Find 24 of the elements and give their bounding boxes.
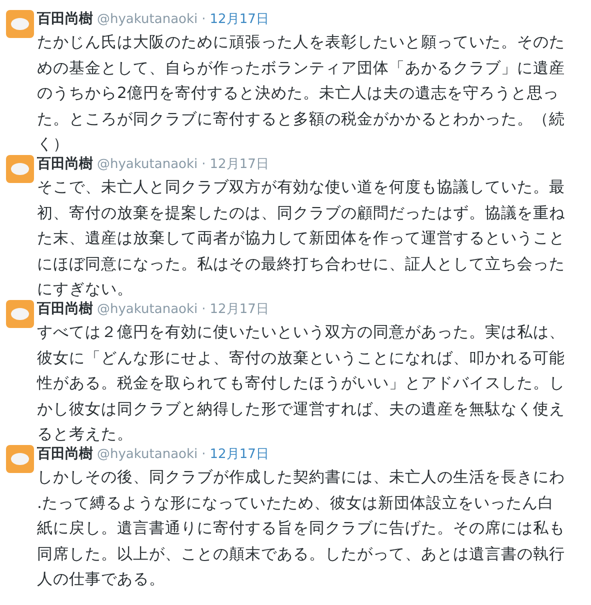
- tweet-text: そこで、未亡人と同クラブ双方が有効な使い道を何度も協議していた。最初、寄付の放棄を提案したのは、同クラブの顧問だったはず。協議を重ねた末、遺産は放棄して両者が協力して新団体を作って運営するということにほぼ同意になった。私はその最終打ち合わせに、証人として立ち会ったにすぎない。: [37, 177, 566, 300]
- separator-dot: ·: [202, 446, 206, 464]
- author-handle[interactable]: @hyakutanaoki: [97, 300, 198, 320]
- separator-dot: ·: [202, 301, 206, 319]
- avatar-icon: [6, 155, 34, 183]
- tweet-text: すべては２億円を有効に使いたいという双方の同意があった。実は私は、彼女に「どんな形にせよ、寄付の放棄ということになれば、叩かれる可能性がある。税金を取られても寄付したほうがいい」とアドバイスした。しかし彼女は同クラブと納得した形で運営すれば、夫の遺産を無駄なく使えると考えた。: [37, 322, 566, 445]
- tweet-date[interactable]: 12月17日: [210, 10, 269, 30]
- separator-dot: ·: [202, 156, 206, 174]
- tweet-text: たかじん氏は大阪のために頑張った人を表彰したいと願っていた。そのための基金として、自らが作ったボランティア団体「あかるクラブ」に遺産のうちから2億円を寄付すると決めた。未亡人は夫の遺志を守ろうと思った。ところが同クラブに寄付すると多額の税金がかかるとわかった。（続く）: [37, 32, 566, 155]
- avatar-icon: [6, 300, 34, 328]
- avatar-icon: [6, 10, 34, 38]
- author-handle[interactable]: @hyakutanaoki: [97, 155, 198, 174]
- tweet-date[interactable]: 12月17日: [210, 445, 269, 464]
- author-name[interactable]: 百田尚樹: [37, 154, 93, 175]
- avatar-icon: [6, 445, 34, 473]
- separator-dot: ·: [202, 11, 206, 29]
- author-name[interactable]: 百田尚樹: [37, 299, 93, 320]
- author-handle[interactable]: @hyakutanaoki: [97, 10, 198, 30]
- author-name[interactable]: 百田尚樹: [37, 444, 93, 465]
- author-name[interactable]: 百田尚樹: [37, 9, 93, 30]
- tweet-date[interactable]: 12月17日: [210, 300, 269, 320]
- author-handle[interactable]: @hyakutanaoki: [97, 445, 198, 464]
- tweet-text: しかしその後、同クラブが作成した契約書には、未亡人の生活を長きにわ .たって縛るような形になっていたため、彼女は新団体設立をいったん白紙に戻し。遺言書通りに寄付する旨を同クラブに告げた。その席には私も同席した。以上が、ことの顛末である。したがって、あとは遺言書の執行人の仕事である。: [37, 467, 566, 590]
- tweet-date[interactable]: 12月17日: [210, 155, 269, 174]
